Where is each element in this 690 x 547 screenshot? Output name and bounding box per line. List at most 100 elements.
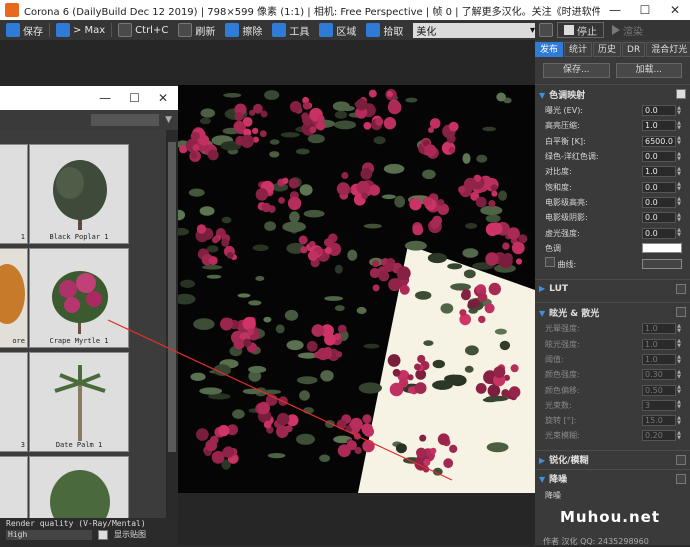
lut-header[interactable]: ▶ LUT bbox=[535, 280, 690, 298]
param-label: 阈值: bbox=[545, 355, 564, 364]
param-value[interactable]: 0.0 bbox=[642, 196, 676, 208]
param-spinner[interactable]: 1.0 ▲ ▼ bbox=[642, 166, 682, 178]
param-row: 高亮压缩: 1.0 ▲ ▼ bbox=[535, 118, 690, 133]
param-value[interactable]: 0.0 bbox=[642, 227, 676, 239]
tonemapping-checkbox[interactable] bbox=[676, 89, 686, 99]
spinner-arrows-icon[interactable]: ▲ ▼ bbox=[676, 136, 682, 146]
param-row: 光束数: 3 ▲ ▼ bbox=[535, 398, 690, 413]
save-preset-button[interactable]: 保存... bbox=[543, 63, 610, 78]
tab-lightmix[interactable]: 混合灯光 bbox=[646, 42, 690, 57]
param-spinner[interactable]: 0.0 ▲ ▼ bbox=[642, 212, 682, 224]
param-spinner[interactable]: 0.20 ▲ ▼ bbox=[642, 430, 682, 442]
param-spinner[interactable]: 1.0 ▲ ▼ bbox=[642, 338, 682, 350]
param-value[interactable]: 0.30 bbox=[642, 369, 676, 381]
param-spinner[interactable]: 0.0 ▲ ▼ bbox=[642, 181, 682, 193]
param-spinner[interactable]: 3 ▲ ▼ bbox=[642, 399, 682, 411]
tonemapping-section: ▼ 色调映射 曝光 (EV): 0.0 ▲ ▼ 高亮压缩: 1.0 ▲ ▼ 白平衡 [K]: 650… bbox=[535, 84, 690, 271]
curve-editor-button[interactable] bbox=[642, 258, 682, 269]
spinner-arrows-icon[interactable]: ▲ ▼ bbox=[676, 120, 682, 131]
expand-arrow-icon: ▶ bbox=[539, 456, 546, 466]
collapse-arrow-icon: ▼ bbox=[539, 308, 546, 318]
param-value[interactable]: 0.0 bbox=[642, 105, 676, 117]
spinner-arrows-icon[interactable]: ▲ ▼ bbox=[676, 151, 682, 162]
spinner-arrows-icon[interactable]: ▲ ▼ bbox=[676, 415, 682, 426]
param-value[interactable]: 0.0 bbox=[642, 212, 676, 224]
spinner-arrows-icon[interactable]: ▲ ▼ bbox=[676, 197, 682, 207]
preset-buttons: 保存... 加载... bbox=[535, 57, 690, 84]
param-value[interactable]: 1.0 bbox=[642, 166, 676, 178]
param-label: 高亮压缩: bbox=[545, 121, 580, 131]
param-row: 光束模糊: 0.20 ▲ ▼ bbox=[535, 428, 690, 443]
denoise-checkbox[interactable] bbox=[676, 473, 686, 484]
param-spinner[interactable]: 15.0 ▲ ▼ bbox=[642, 415, 682, 427]
param-label: 曝光 (EV): bbox=[545, 106, 584, 116]
param-value[interactable]: 15.0 bbox=[642, 415, 676, 427]
curve-checkbox[interactable] bbox=[545, 257, 555, 268]
param-row: 颜色强度: 0.30 ▲ ▼ bbox=[535, 367, 690, 382]
param-spinner[interactable]: 1.0 ▲ ▼ bbox=[642, 323, 682, 335]
spinner-arrows-icon[interactable]: ▲ ▼ bbox=[676, 323, 682, 334]
credit-text: 作者 汉化 QQ: 2435298960 bbox=[543, 537, 649, 546]
spinner-arrows-icon[interactable]: ▲ ▼ bbox=[676, 354, 682, 365]
spinner-arrows-icon[interactable]: ▲ ▼ bbox=[676, 339, 682, 349]
param-value[interactable]: 3 bbox=[642, 399, 676, 411]
denoise-header[interactable]: ▼ 降噪 bbox=[535, 470, 690, 488]
tonemapping-header[interactable]: ▼ 色调映射 bbox=[535, 85, 690, 103]
spinner-arrows-icon[interactable]: ▲ ▼ bbox=[676, 228, 682, 238]
watermark: Muhou.net bbox=[560, 508, 660, 526]
param-spinner[interactable]: 0.50 ▲ ▼ bbox=[642, 384, 682, 396]
param-spinner[interactable]: 0.0 ▲ ▼ bbox=[642, 151, 682, 163]
param-value[interactable]: 1.0 bbox=[642, 338, 676, 350]
bloom-glare-section: ▼ 眩光 & 散光 光晕强度: 1.0 ▲ ▼ 眩光强度: 1.0 ▲ ▼ 阈值: 1.0 ▲ ▼ 颜色强… bbox=[535, 302, 690, 443]
param-value[interactable]: 1.0 bbox=[642, 323, 676, 335]
param-label: 曲线: bbox=[557, 260, 577, 270]
param-value[interactable]: 0.20 bbox=[642, 430, 676, 442]
param-spinner[interactable]: 0.30 ▲ ▼ bbox=[642, 369, 682, 381]
spinner-arrows-icon[interactable]: ▲ ▼ bbox=[676, 212, 682, 223]
spinner-arrows-icon[interactable]: ▲ ▼ bbox=[676, 400, 682, 410]
param-label: 降噪 bbox=[545, 490, 561, 500]
sharpen-header[interactable]: ▶ 锐化/模糊 bbox=[535, 451, 690, 469]
param-label: 眩光强度: bbox=[545, 339, 580, 349]
tab-history[interactable]: 历史 bbox=[593, 42, 622, 57]
collapse-arrow-icon: ▼ bbox=[539, 90, 546, 100]
param-label: 电影级阴影: bbox=[545, 213, 588, 223]
param-value[interactable]: 1.0 bbox=[642, 354, 676, 365]
tab-dr[interactable]: DR bbox=[622, 42, 646, 57]
bloom-checkbox[interactable] bbox=[676, 307, 686, 318]
spinner-arrows-icon[interactable]: ▲ ▼ bbox=[676, 430, 682, 441]
param-label: 绿色-洋红色调: bbox=[545, 152, 599, 162]
param-value[interactable]: 0.50 bbox=[642, 384, 676, 396]
param-spinner[interactable]: 1.0 ▲ ▼ bbox=[642, 120, 682, 132]
param-label: 饱和度: bbox=[545, 182, 572, 192]
param-row: 白平衡 [K]: 6500.0 ▲ ▼ bbox=[535, 134, 690, 149]
param-value[interactable]: 0.0 bbox=[642, 151, 676, 163]
param-label: 光束数: bbox=[545, 400, 572, 410]
param-value[interactable]: 6500.0 bbox=[642, 135, 676, 147]
load-preset-button[interactable]: 加载... bbox=[615, 63, 682, 78]
param-label: 色调 bbox=[545, 243, 561, 253]
param-row: 曝光 (EV): 0.0 ▲ ▼ bbox=[535, 103, 690, 118]
lut-checkbox[interactable] bbox=[676, 284, 686, 295]
spinner-arrows-icon[interactable]: ▲ ▼ bbox=[676, 166, 682, 177]
tab-post[interactable]: 发布 bbox=[535, 42, 564, 57]
spinner-arrows-icon[interactable]: ▲ ▼ bbox=[676, 182, 682, 192]
tab-stats[interactable]: 统计 bbox=[564, 42, 593, 57]
spinner-arrows-icon[interactable]: ▲ ▼ bbox=[676, 385, 682, 395]
param-spinner[interactable]: 0.0 ▲ ▼ bbox=[642, 105, 682, 117]
param-spinner[interactable]: 0.0 ▲ ▼ bbox=[642, 227, 682, 239]
param-value[interactable]: 1.0 bbox=[642, 120, 676, 132]
param-label: 颜色偏移: bbox=[545, 385, 580, 395]
tint-swatch[interactable] bbox=[642, 243, 682, 254]
param-value[interactable]: 0.0 bbox=[642, 181, 676, 193]
sharpen-checkbox[interactable] bbox=[676, 454, 686, 465]
param-spinner[interactable]: 0.0 ▲ ▼ bbox=[642, 196, 682, 208]
param-row: 对比度: 1.0 ▲ ▼ bbox=[535, 164, 690, 179]
section-title: 锐化/模糊 bbox=[549, 456, 589, 467]
sharpen-section: ▶ 锐化/模糊 bbox=[535, 449, 690, 469]
spinner-arrows-icon[interactable]: ▲ ▼ bbox=[676, 105, 682, 116]
param-spinner[interactable]: 6500.0 ▲ ▼ bbox=[642, 135, 682, 147]
bloom-header[interactable]: ▼ 眩光 & 散光 bbox=[535, 303, 690, 321]
spinner-arrows-icon[interactable]: ▲ ▼ bbox=[676, 369, 682, 380]
param-spinner[interactable]: 1.0 ▲ ▼ bbox=[642, 354, 682, 365]
